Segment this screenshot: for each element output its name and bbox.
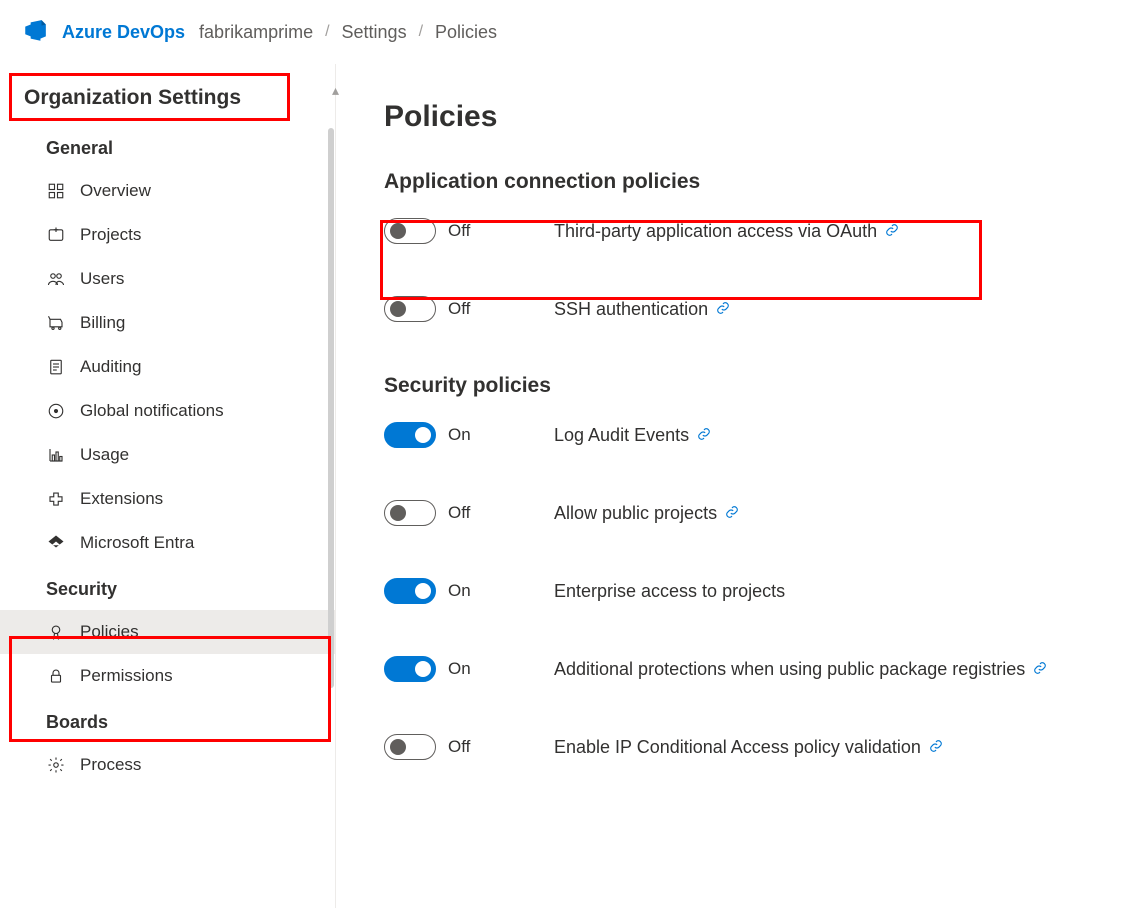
breadcrumb-settings[interactable]: Settings [342, 22, 407, 43]
toggle-state-text: On [448, 581, 471, 601]
sidebar-item-label: Permissions [80, 666, 173, 686]
process-icon [46, 756, 66, 774]
scroll-up-arrow-icon[interactable]: ▴ [332, 82, 339, 99]
sidebar-item-policies[interactable]: Policies [0, 610, 335, 654]
breadcrumb-separator: / [325, 23, 329, 41]
sidebar-item-label: Users [80, 269, 124, 289]
policy-label: Allow public projects [554, 503, 717, 524]
scrollbar[interactable]: ▴ [327, 64, 335, 908]
entra-icon [46, 534, 66, 552]
sidebar-item-label: Usage [80, 445, 129, 465]
usage-icon [46, 446, 66, 464]
sidebar-item-label: Projects [80, 225, 141, 245]
sidebar-item-process[interactable]: Process [0, 743, 335, 787]
sidebar-title: Organization Settings [0, 74, 335, 124]
sidebar-item-label: Microsoft Entra [80, 533, 194, 553]
toggle-state-text: On [448, 659, 471, 679]
page-title: Policies [384, 100, 1140, 134]
policy-row-ip-conditional: Off Enable IP Conditional Access policy … [384, 734, 1140, 760]
sidebar-item-permissions[interactable]: Permissions [0, 654, 335, 698]
sidebar-item-usage[interactable]: Usage [0, 433, 335, 477]
toggle-package-registries[interactable] [384, 656, 436, 682]
section-security-title: Security policies [384, 374, 1140, 398]
policy-row-audit: On Log Audit Events [384, 422, 1140, 448]
sidebar-group-general: General [0, 124, 335, 169]
billing-icon [46, 314, 66, 332]
policy-label: Additional protections when using public… [554, 659, 1025, 680]
sidebar-item-projects[interactable]: Projects [0, 213, 335, 257]
sidebar-group-boards: Boards [0, 698, 335, 743]
section-app-connection-title: Application connection policies [384, 170, 1140, 194]
sidebar-item-notifications[interactable]: Global notifications [0, 389, 335, 433]
policy-label: Enterprise access to projects [554, 581, 785, 602]
sidebar-item-billing[interactable]: Billing [0, 301, 335, 345]
sidebar: ▴ Organization Settings General Overview… [0, 64, 336, 908]
toggle-oauth[interactable] [384, 218, 436, 244]
toggle-ip-conditional[interactable] [384, 734, 436, 760]
sidebar-item-label: Process [80, 755, 141, 775]
sidebar-item-extensions[interactable]: Extensions [0, 477, 335, 521]
auditing-icon [46, 358, 66, 376]
sidebar-item-label: Billing [80, 313, 125, 333]
toggle-public-projects[interactable] [384, 500, 436, 526]
sidebar-item-entra[interactable]: Microsoft Entra [0, 521, 335, 565]
toggle-state-text: Off [448, 221, 470, 241]
policy-label: Enable IP Conditional Access policy vali… [554, 737, 921, 758]
scroll-thumb[interactable] [328, 128, 334, 688]
toggle-enterprise-access[interactable] [384, 578, 436, 604]
sidebar-group-security: Security [0, 565, 335, 610]
link-icon[interactable] [716, 301, 730, 318]
breadcrumb-policies[interactable]: Policies [435, 22, 497, 43]
breadcrumb-org[interactable]: fabrikamprime [199, 22, 313, 43]
breadcrumb: fabrikamprime / Settings / Policies [199, 22, 497, 43]
projects-icon [46, 226, 66, 244]
permissions-icon [46, 667, 66, 685]
sidebar-item-label: Auditing [80, 357, 141, 377]
policy-label: Third-party application access via OAuth [554, 221, 877, 242]
toggle-ssh[interactable] [384, 296, 436, 322]
toggle-state-text: Off [448, 299, 470, 319]
product-name[interactable]: Azure DevOps [62, 22, 185, 43]
policy-row-ssh: Off SSH authentication [384, 296, 1140, 322]
link-icon[interactable] [697, 427, 711, 444]
link-icon[interactable] [929, 739, 943, 756]
sidebar-item-label: Global notifications [80, 401, 224, 421]
sidebar-item-label: Overview [80, 181, 151, 201]
overview-icon [46, 182, 66, 200]
header: Azure DevOps fabrikamprime / Settings / … [0, 0, 1140, 64]
toggle-state-text: Off [448, 503, 470, 523]
extensions-icon [46, 490, 66, 508]
policy-row-enterprise-access: On Enterprise access to projects [384, 578, 1140, 604]
notifications-icon [46, 402, 66, 420]
main-content: Policies Application connection policies… [336, 64, 1140, 908]
policy-label: Log Audit Events [554, 425, 689, 446]
sidebar-item-overview[interactable]: Overview [0, 169, 335, 213]
policy-row-package-registries: On Additional protections when using pub… [384, 656, 1140, 682]
policy-row-public-projects: Off Allow public projects [384, 500, 1140, 526]
policy-row-oauth: Off Third-party application access via O… [384, 218, 1140, 244]
sidebar-item-label: Extensions [80, 489, 163, 509]
azure-devops-logo-icon[interactable] [22, 18, 48, 47]
policies-icon [46, 623, 66, 641]
sidebar-item-users[interactable]: Users [0, 257, 335, 301]
sidebar-item-auditing[interactable]: Auditing [0, 345, 335, 389]
toggle-state-text: On [448, 425, 471, 445]
sidebar-item-label: Policies [80, 622, 139, 642]
link-icon[interactable] [1033, 661, 1047, 678]
breadcrumb-separator: / [419, 23, 423, 41]
toggle-state-text: Off [448, 737, 470, 757]
toggle-audit[interactable] [384, 422, 436, 448]
link-icon[interactable] [885, 223, 899, 240]
policy-label: SSH authentication [554, 299, 708, 320]
users-icon [46, 270, 66, 288]
link-icon[interactable] [725, 505, 739, 522]
